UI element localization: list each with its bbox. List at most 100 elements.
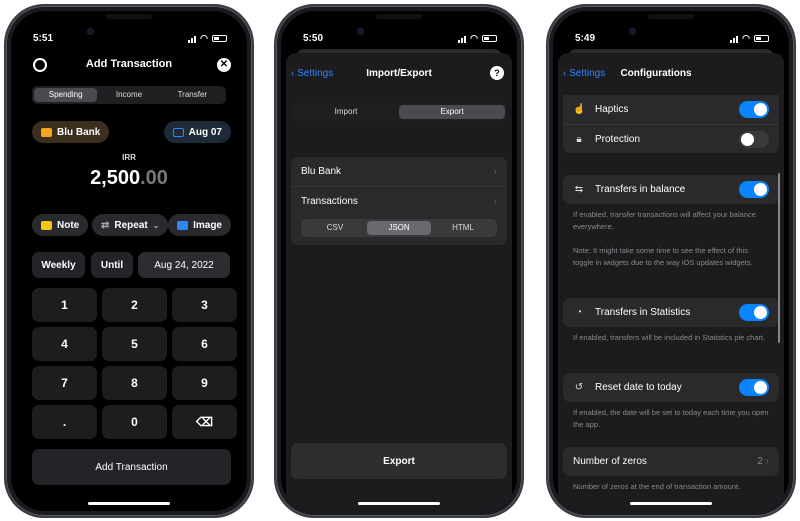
card-icon [41, 127, 52, 137]
page-title: Add Transaction [85, 58, 173, 70]
add-transaction-button[interactable]: Add Transaction [32, 449, 231, 485]
transactions-row[interactable]: Transactions › [291, 186, 507, 215]
security-group: ☝ Haptics 🔒︎ Protection [563, 95, 779, 153]
repeat-label: Repeat [114, 219, 148, 231]
battery-icon [212, 35, 227, 42]
currency-label: IRR [122, 153, 136, 162]
tab-spending[interactable]: Spending [34, 88, 98, 102]
format-html[interactable]: HTML [431, 221, 495, 235]
key-5[interactable]: 5 [102, 327, 167, 361]
key-9[interactable]: 9 [172, 366, 237, 400]
backspace-key[interactable]: ⌫ [172, 405, 237, 439]
frequency-button[interactable]: Weekly [32, 252, 85, 278]
account-button[interactable]: Blu Bank [32, 121, 110, 143]
tab-income[interactable]: Income [97, 88, 160, 102]
haptics-label: Haptics [595, 104, 629, 115]
key-3[interactable]: 3 [172, 288, 237, 322]
time: 5:50 [303, 33, 324, 44]
lock-icon: 🔒︎ [576, 133, 582, 145]
until-button[interactable]: Until [91, 252, 133, 278]
status-bar: 5:51 ◠ [33, 33, 227, 44]
zeros-row[interactable]: Number of zeros 2 › [563, 447, 779, 476]
home-indicator [630, 502, 712, 505]
time: 5:49 [575, 33, 596, 44]
note-label: Note [57, 219, 80, 231]
account-label: Blu Bank [301, 166, 342, 177]
chevron-right-icon: › [765, 456, 769, 467]
battery-icon [754, 35, 769, 42]
tab-export[interactable]: Export [399, 105, 505, 119]
key-1[interactable]: 1 [32, 288, 97, 322]
tab-transfer[interactable]: Transfer [161, 88, 224, 102]
transfers-balance-label: Transfers in balance [595, 184, 686, 195]
chevron-right-icon: › [493, 166, 497, 177]
amount-integer: 2,500 [90, 167, 141, 189]
format-segmented: CSV JSON HTML [301, 219, 497, 237]
haptics-row: ☝ Haptics [563, 95, 779, 124]
reset-date-row: ↺ Reset date to today [563, 373, 779, 402]
key-6[interactable]: 6 [172, 327, 237, 361]
hand-tap-icon: ☝ [573, 104, 586, 115]
page-title: Import/Export [366, 68, 432, 79]
history-icon: ↺ [574, 382, 584, 393]
account-row[interactable]: Blu Bank › [291, 157, 507, 186]
close-button[interactable]: ✕ [217, 58, 231, 72]
screen: 5:49 ◠ ‹ Settings Configurations ☝ Haptic… [553, 11, 789, 511]
key-0[interactable]: 0 [102, 405, 167, 439]
note-button[interactable]: Note [32, 214, 89, 236]
key-7[interactable]: 7 [32, 366, 97, 400]
export-button[interactable]: Export [291, 443, 507, 479]
transfers-stats-label: Transfers in Statistics [595, 307, 691, 318]
reset-date-toggle[interactable] [739, 379, 769, 396]
pie-chart-icon: ◔ [575, 307, 583, 318]
repeat-icon: ⇄ [101, 219, 110, 231]
scrollbar[interactable] [778, 173, 780, 343]
note-icon [41, 220, 52, 230]
reset-date-desc: If enabled, the date will be set to toda… [573, 408, 769, 429]
battery-icon [482, 35, 497, 42]
transfers-balance-group: ⇆ Transfers in balance [563, 175, 779, 204]
date-button[interactable]: Aug 07 [163, 121, 231, 143]
zeros-desc: Number of zeros at the end of transactio… [573, 482, 741, 491]
protection-label: Protection [595, 133, 641, 145]
phone-add-transaction: 5:51 ◠ Add Transaction ✕ Spending Income… [4, 4, 254, 518]
key-decimal[interactable]: . [32, 405, 97, 439]
repeat-button[interactable]: ⇄ Repeat ⌄ [92, 214, 169, 236]
home-indicator [358, 502, 440, 505]
date-label: Aug 07 [188, 126, 222, 138]
key-4[interactable]: 4 [32, 327, 97, 361]
transfers-stats-toggle[interactable] [739, 304, 769, 321]
help-icon[interactable]: ? [490, 66, 504, 80]
chevron-down-icon: ⌄ [152, 220, 160, 230]
zeros-group: Number of zeros 2 › [563, 447, 779, 476]
format-json[interactable]: JSON [367, 221, 431, 235]
transfers-balance-row: ⇆ Transfers in balance [563, 175, 779, 204]
amount-decimal: .00 [140, 167, 168, 189]
transfers-balance-toggle[interactable] [739, 181, 769, 198]
format-csv[interactable]: CSV [303, 221, 367, 235]
type-segmented: Spending Income Transfer [32, 86, 226, 104]
protection-toggle[interactable] [739, 130, 769, 148]
screen: 5:51 ◠ Add Transaction ✕ Spending Income… [11, 11, 247, 511]
key-8[interactable]: 8 [102, 366, 167, 400]
status-bar: 5:49 ◠ [575, 33, 769, 44]
transfers-stats-row: ◔ Transfers in Statistics [563, 298, 779, 327]
chevron-right-icon: › [493, 195, 497, 207]
zeros-label: Number of zeros [573, 456, 647, 467]
home-indicator [88, 502, 170, 505]
reset-date-label: Reset date to today [595, 382, 682, 393]
account-label: Blu Bank [57, 126, 101, 138]
amount-display: 2,500.00 [11, 167, 247, 190]
until-date-button[interactable]: Aug 24, 2022 [138, 252, 230, 278]
transactions-label: Transactions [301, 195, 358, 207]
key-2[interactable]: 2 [102, 288, 167, 322]
haptics-toggle[interactable] [739, 101, 769, 118]
signal-icon [730, 35, 739, 43]
tab-import[interactable]: Import [293, 105, 399, 119]
nav-bar: ‹ Settings Import/Export ? [286, 66, 512, 88]
phone-configurations: 5:49 ◠ ‹ Settings Configurations ☝ Haptic… [546, 4, 796, 518]
protection-row: 🔒︎ Protection [563, 124, 779, 153]
sheet: ‹ Settings Import/Export ? Import Export… [286, 53, 512, 511]
image-button[interactable]: Image [168, 214, 231, 236]
speaker [648, 14, 694, 19]
